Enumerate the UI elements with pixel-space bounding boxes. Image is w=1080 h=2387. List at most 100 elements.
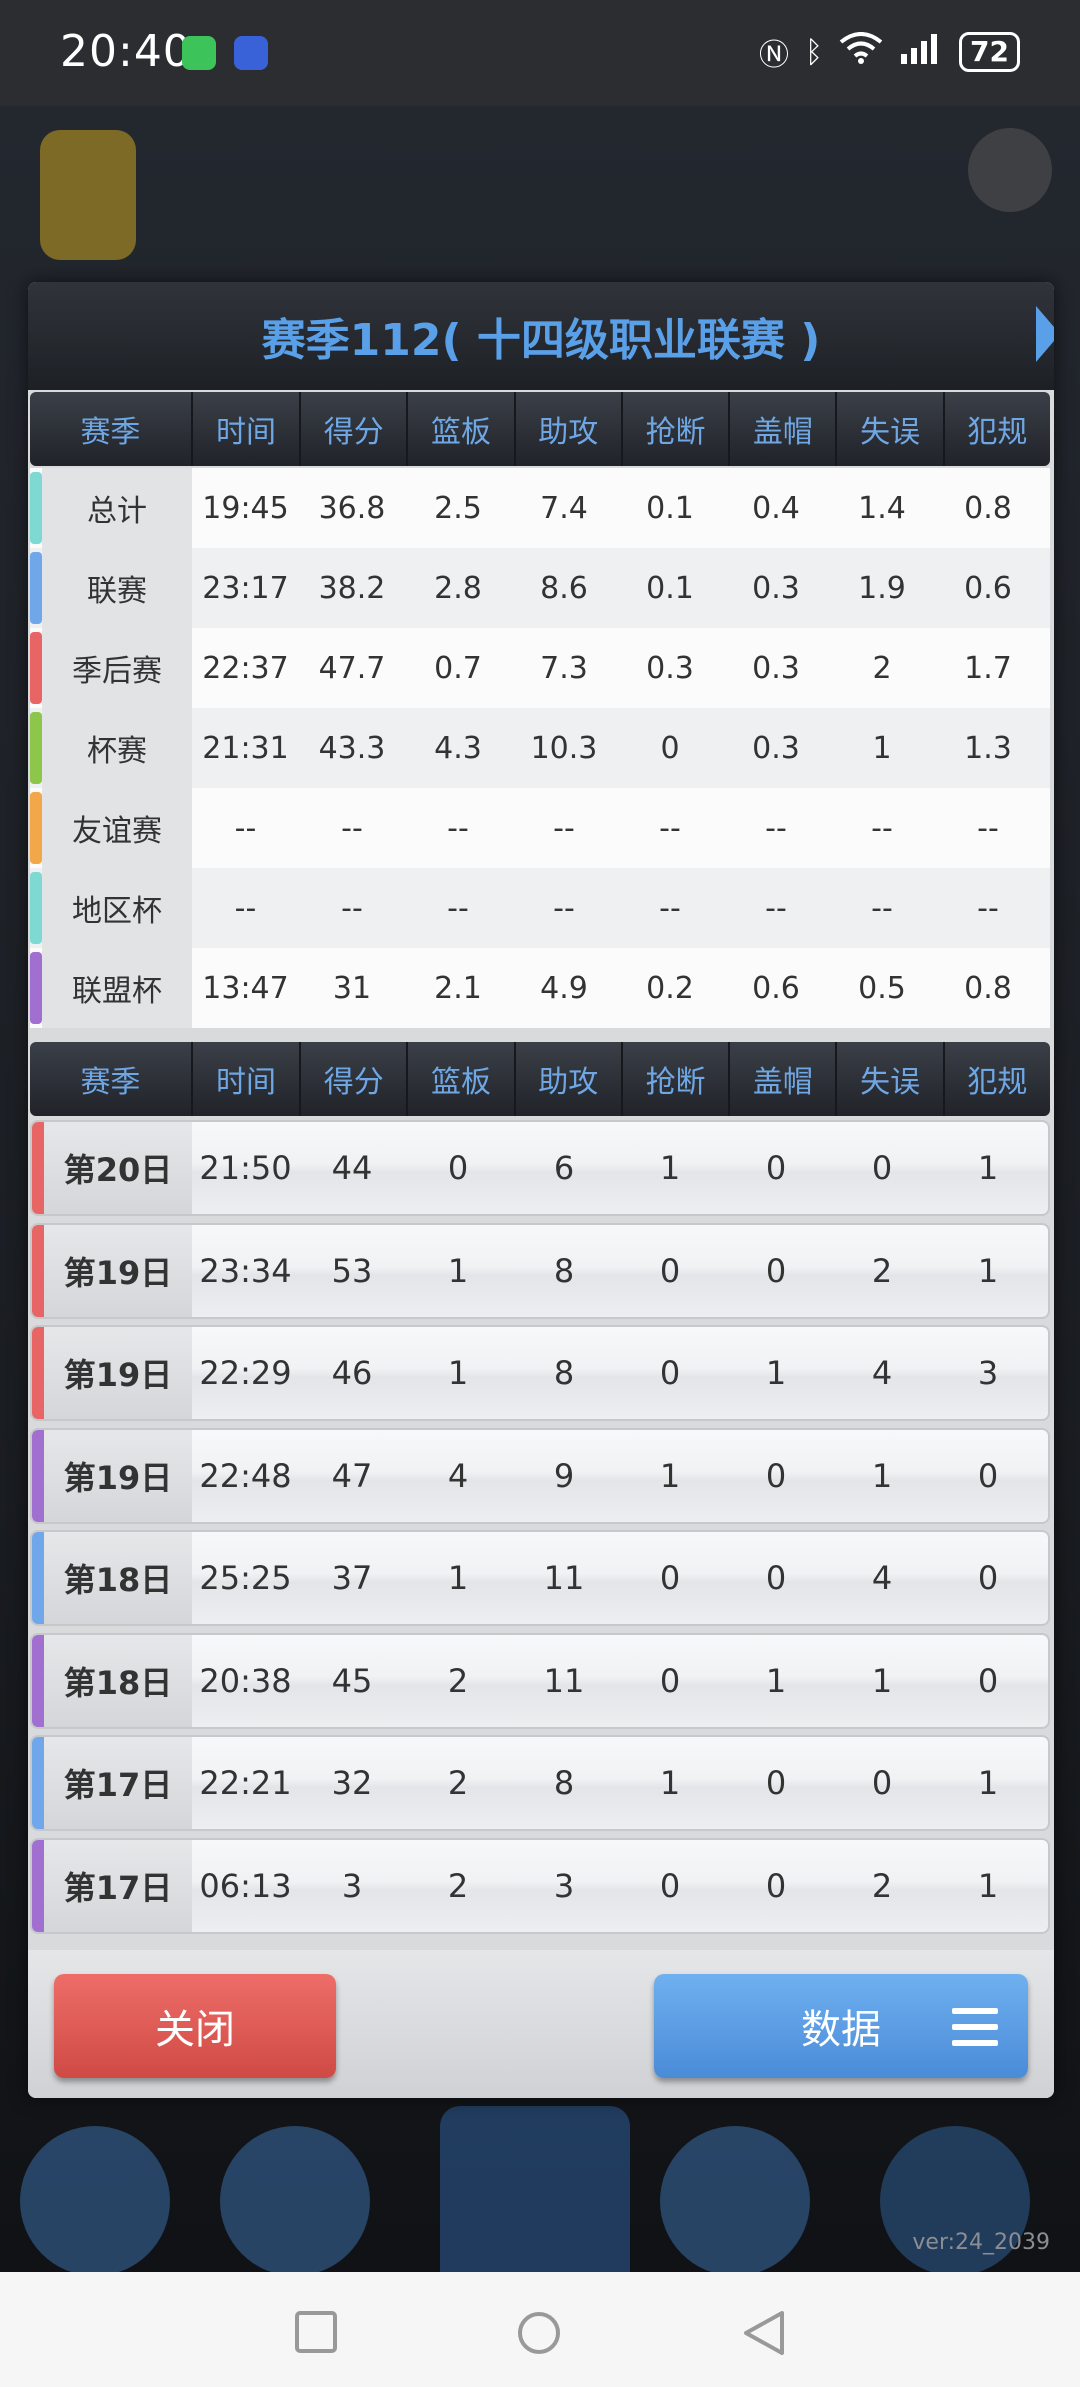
game-cell: 22:21 <box>199 1764 292 1802</box>
summary-cell: -- <box>871 810 893 846</box>
game-cell: 0 <box>659 1866 681 1905</box>
bottom-menu-icon <box>20 2126 170 2276</box>
game-cell: 0 <box>765 1149 787 1187</box>
category-color-strip <box>30 792 42 864</box>
game-row[interactable]: 第19日 23:34 53 1 8 0 0 2 1 <box>30 1222 1050 1319</box>
game-type-color-strip <box>32 1737 44 1829</box>
column-header: 助攻 <box>516 392 623 466</box>
game-cell: 8 <box>553 1764 575 1802</box>
game-cell: 44 <box>331 1149 373 1187</box>
summary-cell: 1.9 <box>858 570 906 606</box>
game-cell: 1 <box>871 1661 893 1700</box>
summary-cell: 0.3 <box>646 650 694 686</box>
game-day-label: 第20日 <box>44 1122 192 1214</box>
game-row[interactable]: 第20日 21:50 44 0 6 1 0 0 1 <box>30 1120 1050 1216</box>
summary-cell: 0.5 <box>858 970 906 1006</box>
category-color-strip <box>30 872 42 944</box>
bluetooth-icon: ᛒ <box>805 34 824 70</box>
game-cell: 1 <box>977 1866 999 1905</box>
game-cell: 1 <box>447 1559 469 1597</box>
game-day-label: 第17日 <box>44 1839 192 1932</box>
game-cell: 20:38 <box>199 1661 292 1700</box>
signal-icon <box>899 32 943 72</box>
game-cell: 21:50 <box>199 1149 292 1187</box>
category-color-strip <box>30 952 42 1024</box>
summary-cell: -- <box>234 810 257 846</box>
game-type-color-strip <box>32 1224 44 1317</box>
column-header: 助攻 <box>516 1042 623 1116</box>
next-season-arrow-icon[interactable] <box>1036 306 1054 362</box>
system-nav-bar <box>0 2272 1080 2387</box>
game-cell: 0 <box>977 1661 999 1700</box>
version-label: ver:24_2039 <box>912 2230 1050 2255</box>
game-day-label: 第19日 <box>44 1327 192 1419</box>
summary-row-label: 联盟杯 <box>42 948 192 1028</box>
close-button[interactable]: 关闭 <box>54 1974 336 2078</box>
game-cell: 4 <box>871 1354 893 1392</box>
game-type-color-strip <box>32 1429 44 1522</box>
game-day-label: 第18日 <box>44 1634 192 1727</box>
bottom-menu-icon <box>660 2126 810 2276</box>
summary-cell: -- <box>341 890 363 926</box>
game-row[interactable]: 第19日 22:48 47 4 9 1 0 1 0 <box>30 1427 1050 1524</box>
game-cell: 0 <box>977 1456 999 1495</box>
game-cell: 2 <box>871 1251 893 1290</box>
status-time: 20:40 <box>60 26 192 77</box>
category-color-strip <box>30 472 42 544</box>
game-cell: 1 <box>871 1456 893 1495</box>
wifi-icon <box>839 32 883 72</box>
game-cell: 1 <box>447 1354 469 1392</box>
summary-cell: 2.8 <box>434 570 482 606</box>
game-cell: 06:13 <box>199 1866 292 1905</box>
column-header: 篮板 <box>408 1042 516 1116</box>
game-row[interactable]: 第17日 22:21 32 2 8 1 0 0 1 <box>30 1735 1050 1831</box>
bottom-menu-icon <box>220 2126 370 2276</box>
games-table-header: 赛季 时间 得分 篮板 助攻 抢断 盖帽 失误 犯规 <box>30 1042 1050 1116</box>
game-cell: 23:34 <box>199 1251 292 1290</box>
summary-cell: 23:17 <box>202 570 289 606</box>
summary-cell: -- <box>447 890 469 926</box>
recents-icon[interactable] <box>294 2310 338 2354</box>
game-day-label: 第17日 <box>44 1737 192 1829</box>
column-header: 赛季 <box>30 1042 193 1116</box>
data-button[interactable]: 数据 <box>654 1974 1028 2078</box>
game-cell: 0 <box>977 1559 999 1597</box>
game-row[interactable]: 第18日 20:38 45 2 11 0 1 1 0 <box>30 1632 1050 1729</box>
game-cell: 22:29 <box>199 1354 292 1392</box>
game-row[interactable]: 第18日 25:25 37 1 11 0 0 4 0 <box>30 1530 1050 1626</box>
game-row[interactable]: 第19日 22:29 46 1 8 0 1 4 3 <box>30 1325 1050 1421</box>
summary-row-label: 季后赛 <box>42 628 192 708</box>
summary-cell: -- <box>977 810 999 846</box>
summary-row-label: 友谊赛 <box>42 788 192 868</box>
game-row[interactable]: 第17日 06:13 3 2 3 0 0 2 1 <box>30 1837 1050 1934</box>
game-cell: 1 <box>659 1764 681 1802</box>
game-cell: 0 <box>871 1149 893 1187</box>
summary-cell: 0.1 <box>646 490 694 526</box>
game-cell: 2 <box>447 1764 469 1802</box>
game-type-color-strip <box>32 1532 44 1624</box>
game-cell: 2 <box>447 1661 469 1700</box>
column-header: 时间 <box>193 1042 302 1116</box>
summary-cell: 0.6 <box>964 570 1012 606</box>
summary-cell: 22:37 <box>202 650 289 686</box>
summary-cell: -- <box>341 810 363 846</box>
summary-row-label: 杯赛 <box>42 708 192 788</box>
back-icon[interactable] <box>742 2310 786 2356</box>
summary-cell: 10.3 <box>530 730 598 766</box>
summary-row: 杯赛 21:31 43.3 4.3 10.3 0 0.3 1 1.3 <box>30 708 1050 788</box>
home-icon[interactable] <box>516 2310 562 2356</box>
summary-row-label: 总计 <box>42 468 192 548</box>
summary-cell: 0.7 <box>434 650 482 686</box>
column-header: 犯规 <box>967 415 1028 450</box>
game-cell: 1 <box>765 1354 787 1392</box>
game-type-color-strip <box>32 1634 44 1727</box>
game-cell: 11 <box>543 1559 585 1597</box>
summary-row-label: 地区杯 <box>42 868 192 948</box>
summary-cell: 0.2 <box>646 970 694 1006</box>
summary-cell: 43.3 <box>318 730 386 766</box>
status-icons: Ⓝ ᛒ 72 <box>759 30 1020 74</box>
wechat-icon <box>182 36 216 70</box>
game-cell: 8 <box>553 1251 575 1290</box>
team-logo <box>40 130 136 260</box>
game-cell: 9 <box>553 1456 575 1495</box>
